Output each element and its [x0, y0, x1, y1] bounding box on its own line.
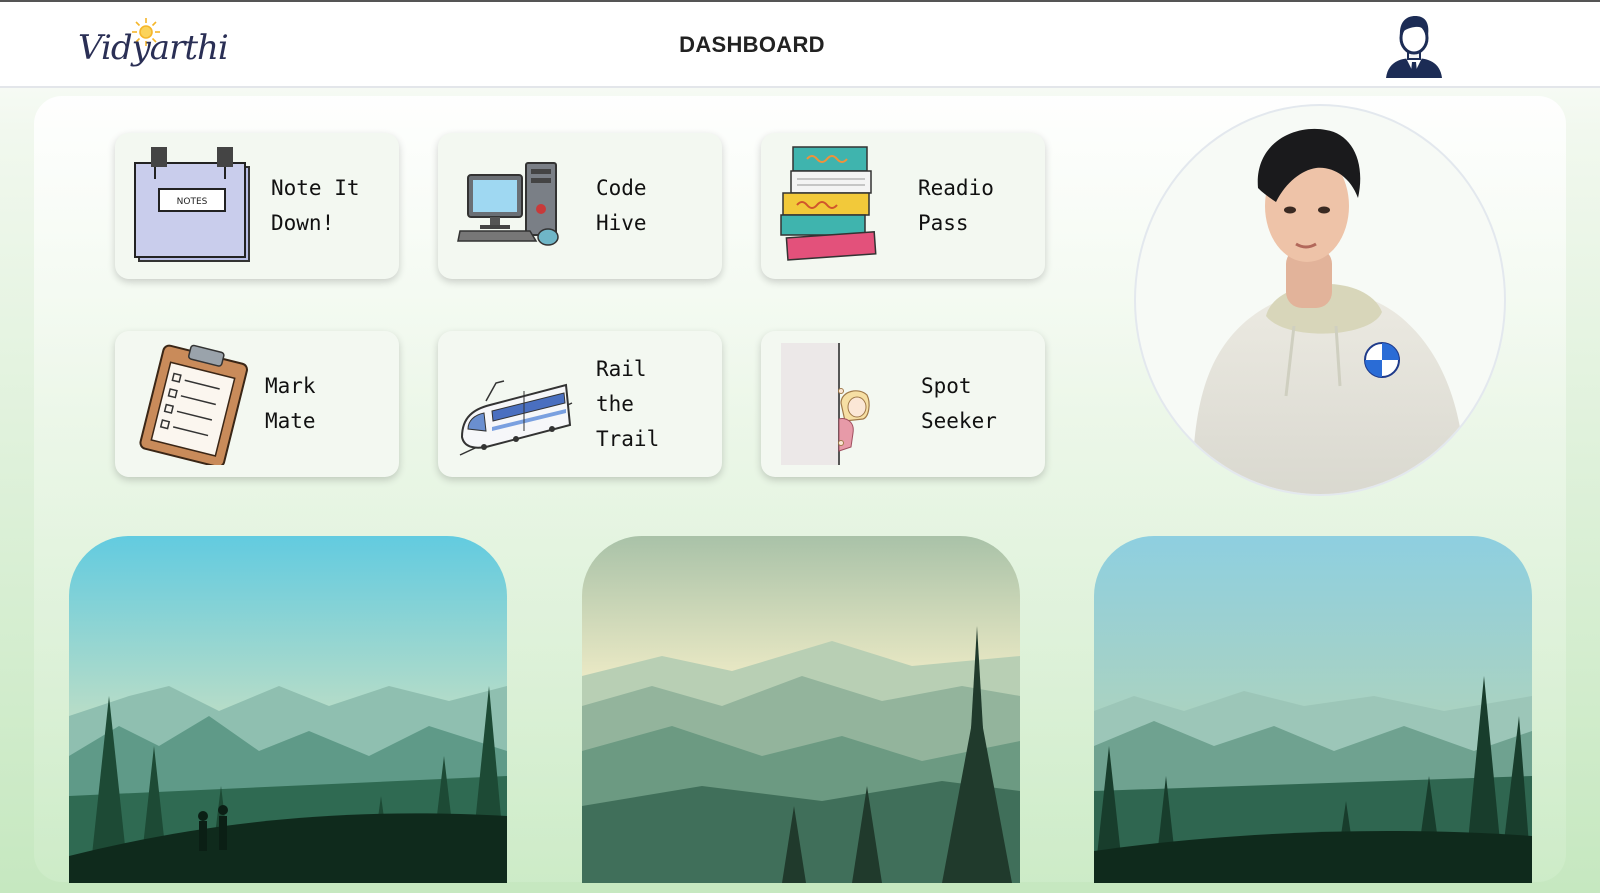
peeking-girl-icon: [781, 343, 870, 465]
card-label: Spot Seeker: [921, 374, 997, 433]
app-header: Vidyarthi DASHBOARD: [0, 2, 1600, 88]
scene-mountain-hikers[interactable]: [69, 536, 507, 883]
misty-mountains-landscape: [582, 536, 1020, 883]
card-rail-the-trail[interactable]: Rail the Trail: [438, 331, 722, 477]
card-label: Note It Down!: [271, 176, 360, 235]
scene-forest-mountains[interactable]: [1094, 536, 1532, 883]
card-mark-mate[interactable]: Mark Mate: [115, 331, 399, 477]
card-spot-seeker[interactable]: Spot Seeker: [761, 331, 1045, 477]
mountain-hikers-landscape: [69, 536, 507, 883]
card-label: Readio Pass: [918, 176, 994, 235]
card-note-it-down[interactable]: NOTES Note It Down!: [115, 133, 399, 279]
clipboard-checklist-icon: [139, 344, 248, 465]
svg-text:NOTES: NOTES: [177, 197, 208, 207]
forest-mountains-landscape: [1094, 536, 1532, 883]
card-label: Rail the Trail: [596, 356, 660, 451]
train-icon: [459, 380, 573, 456]
user-profile-icon[interactable]: [1384, 12, 1444, 78]
page-title: DASHBOARD: [679, 32, 825, 57]
book-stack-icon: [780, 146, 877, 261]
desktop-computer-icon: [457, 162, 559, 246]
card-label: Mark Mate: [265, 374, 316, 433]
scene-misty-mountains[interactable]: [582, 536, 1020, 883]
notes-board-icon: NOTES: [134, 147, 250, 262]
student-avatar[interactable]: [1134, 104, 1506, 496]
card-label: Code Hive: [596, 176, 647, 235]
card-code-hive[interactable]: Code Hive: [438, 133, 722, 279]
card-readio-pass[interactable]: Readio Pass: [761, 133, 1045, 279]
